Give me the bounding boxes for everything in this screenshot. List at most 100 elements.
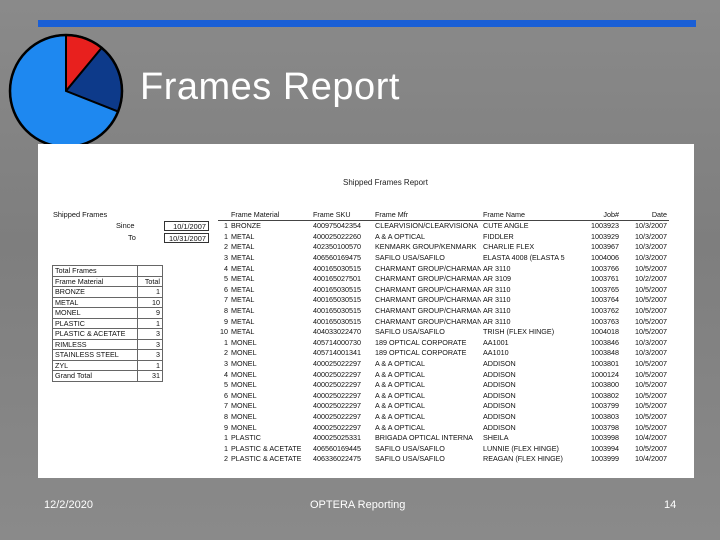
row-frame-name: AR 3110 [483, 263, 511, 273]
row-frame-material: MONEL [231, 348, 257, 358]
row-frame-material: MONEL [231, 390, 257, 400]
table-row: 3 METAL 406560169475 SAFILO USA/SAFILO ELAST… [218, 253, 669, 264]
table-row: 1 BRONZE 400975042354 CLEARVISION/CLEARVISI… [218, 221, 669, 232]
table-row: 10 METAL 404033022470 SAFILO USA/SAFILO TRIS… [218, 327, 669, 338]
row-frame-mfr: SAFILO USA/SAFILO [375, 454, 445, 464]
row-frame-sku: 404033022470 [313, 327, 361, 337]
totals-column-row: Frame Material Total [52, 275, 163, 287]
row-date: 10/3/2007 [635, 231, 667, 241]
row-frame-mfr: CHARMANT GROUP/CHARMANT [375, 295, 481, 305]
row-index: 4 [224, 263, 228, 273]
table-row: 2 METAL 402350100570 KENMARK GROUP/KENMARK C… [218, 242, 669, 253]
row-frame-name: AR 3110 [483, 284, 511, 294]
row-date: 10/5/2007 [635, 284, 667, 294]
row-job-number: 1003803 [591, 411, 619, 421]
row-frame-material: METAL [231, 231, 255, 241]
row-date: 10/5/2007 [635, 401, 667, 411]
row-index: 7 [224, 401, 228, 411]
row-frame-name: TRISH (FLEX HINGE) [483, 327, 555, 337]
row-frame-mfr: A & A OPTICAL [375, 231, 425, 241]
row-frame-sku: 400025022297 [313, 380, 361, 390]
header-frame-material: Frame Material [231, 209, 280, 219]
row-job-number: 1003762 [591, 306, 619, 316]
table-row: 2 PLASTIC & ACETATE 406336022475 SAFILO USA… [218, 454, 669, 465]
row-frame-sku: 402350100570 [313, 242, 361, 252]
to-date-field[interactable]: 10/31/2007 [164, 233, 209, 243]
row-index: 6 [224, 284, 228, 294]
row-frame-material: METAL [231, 306, 255, 316]
row-frame-name: AR 3110 [483, 295, 511, 305]
totals-row: BRONZE 1 [52, 286, 163, 298]
to-label: To [128, 233, 136, 242]
table-row: 6 MONEL 400025022297 A & A OPTICAL ADDISON 10… [218, 391, 669, 402]
row-job-number: 1003801 [591, 359, 619, 369]
table-header-row: Frame Material Frame SKU Frame Mfr Frame… [218, 209, 669, 221]
row-frame-material: METAL [231, 253, 255, 263]
row-frame-material: MONEL [231, 401, 257, 411]
row-frame-material: METAL [231, 242, 255, 252]
since-date-field[interactable]: 10/1/2007 [164, 221, 209, 231]
row-job-number: 1003846 [591, 337, 619, 347]
row-job-number: 1003764 [591, 295, 619, 305]
table-row: 1 PLASTIC 400025025331 BRIGADA OPTICAL INTE… [218, 433, 669, 444]
totals-header-blank [137, 265, 163, 277]
totals-col-total: Total [137, 275, 163, 287]
slide-title: Frames Report [140, 66, 400, 108]
row-frame-material: MONEL [231, 422, 257, 432]
footer-date: 12/2/2020 [44, 499, 93, 511]
row-job-number: 1003798 [591, 422, 619, 432]
report-screenshot: Shipped Frames Report Shipped Frames Sin… [38, 144, 694, 478]
row-frame-mfr: CHARMANT GROUP/CHARMANT [375, 263, 481, 273]
row-frame-material: MONEL [231, 369, 257, 379]
row-frame-material: METAL [231, 316, 255, 326]
totals-row-label: BRONZE [52, 286, 138, 298]
since-label: Since [116, 221, 135, 230]
row-job-number: 1003929 [591, 231, 619, 241]
row-date: 10/5/2007 [635, 295, 667, 305]
row-frame-sku: 400165030515 [313, 284, 361, 294]
totals-row-label: METAL [52, 296, 138, 308]
row-job-number: 1003967 [591, 242, 619, 252]
totals-row: MONEL 9 [52, 307, 163, 319]
table-row: 5 MONEL 400025022297 A & A OPTICAL ADDISON 10… [218, 380, 669, 391]
totals-row-value: 1 [137, 286, 163, 298]
row-frame-name: LUNNIE (FLEX HINGE) [483, 443, 559, 453]
row-date: 10/5/2007 [635, 390, 667, 400]
row-frame-name: ELASTA 4008 (ELASTA 5 [483, 253, 565, 263]
row-frame-mfr: A & A OPTICAL [375, 359, 425, 369]
row-date: 10/5/2007 [635, 263, 667, 273]
row-frame-name: CUTE ANGLE [483, 221, 529, 231]
report-title: Shipped Frames Report [343, 178, 428, 187]
row-frame-mfr: A & A OPTICAL [375, 369, 425, 379]
row-frame-material: METAL [231, 327, 255, 337]
row-frame-name: AA1001 [483, 337, 509, 347]
row-date: 10/5/2007 [635, 369, 667, 379]
row-frame-mfr: A & A OPTICAL [375, 390, 425, 400]
row-index: 9 [224, 422, 228, 432]
row-frame-mfr: CHARMANT GROUP/CHARMANT [375, 306, 481, 316]
totals-row: ZYL 1 [52, 359, 163, 371]
row-job-number: 1003999 [591, 454, 619, 464]
row-frame-name: CHARLIE FLEX [483, 242, 535, 252]
row-date: 10/2/2007 [635, 274, 667, 284]
table-row: 5 METAL 400165027501 CHARMANT GROUP/CHARMAN… [218, 274, 669, 285]
row-job-number: 1003763 [591, 316, 619, 326]
totals-row: PLASTIC & ACETATE 3 [52, 328, 163, 340]
row-job-number: 1003998 [591, 433, 619, 443]
header-job-number: Job# [603, 209, 619, 219]
totals-row-label: PLASTIC & ACETATE [52, 328, 138, 340]
row-frame-name: AA1010 [483, 348, 509, 358]
totals-row-value: 1 [137, 317, 163, 329]
table-row: 8 METAL 400165030515 CHARMANT GROUP/CHARMAN… [218, 306, 669, 317]
row-index: 3 [224, 253, 228, 263]
header-frame-name: Frame Name [483, 209, 525, 219]
table-row: 2 MONEL 405714001341 189 OPTICAL CORPORATE A… [218, 348, 669, 359]
row-index: 8 [224, 411, 228, 421]
row-index: 7 [224, 295, 228, 305]
row-frame-sku: 400025022297 [313, 401, 361, 411]
row-frame-sku: 400025022297 [313, 359, 361, 369]
row-frame-name: AR 3110 [483, 306, 511, 316]
row-frame-sku: 406560169475 [313, 253, 361, 263]
row-frame-mfr: A & A OPTICAL [375, 422, 425, 432]
row-frame-mfr: KENMARK GROUP/KENMARK [375, 242, 477, 252]
